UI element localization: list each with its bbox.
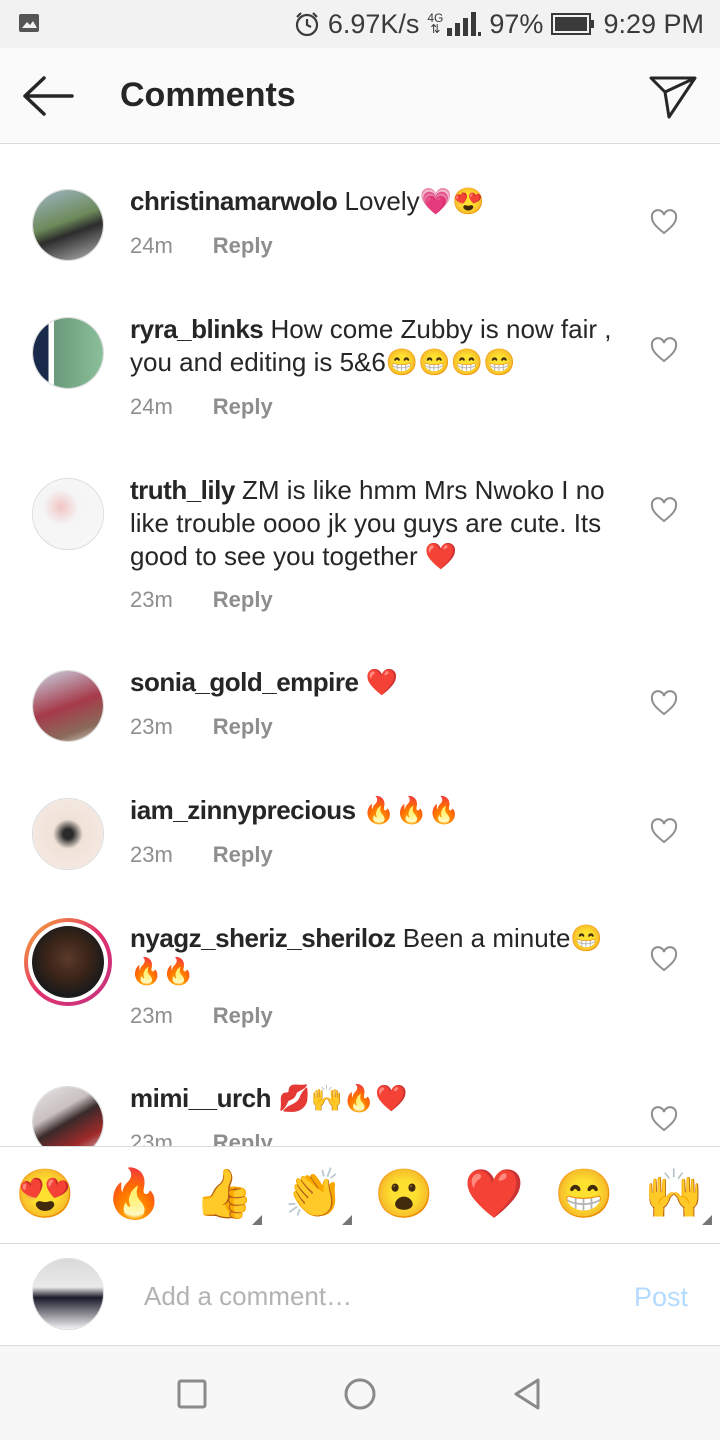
comment-text: mimi__urch 💋🙌🔥❤️: [130, 1082, 630, 1115]
comment-time: 23m: [130, 1003, 173, 1028]
comment-body: Been a minute: [402, 923, 571, 953]
comment-meta: 24m Reply: [130, 394, 273, 420]
avatar[interactable]: [32, 317, 104, 389]
comment-time: 24m: [130, 233, 173, 258]
comment-body: Lovely: [344, 186, 420, 216]
reply-button[interactable]: Reply: [213, 1003, 273, 1029]
comment-emoji: ❤️: [424, 541, 458, 571]
comment-emoji: 💋🙌🔥❤️: [278, 1083, 408, 1113]
comment-text: iam_zinnyprecious 🔥🔥🔥: [130, 794, 630, 827]
comment-username[interactable]: iam_zinnyprecious: [130, 795, 356, 825]
comment-emoji: 🔥🔥🔥: [362, 795, 460, 825]
comment-meta: 23m Reply: [130, 1130, 273, 1146]
comment-text: ryra_blinks How come Zubby is now fair ,…: [130, 313, 630, 379]
emoji-thumbs-up[interactable]: 👍: [192, 1167, 262, 1225]
post-button[interactable]: Post: [634, 1282, 688, 1313]
gallery-icon: [19, 14, 39, 32]
reply-button[interactable]: Reply: [213, 1130, 273, 1146]
comment-input[interactable]: [144, 1274, 584, 1318]
signal-icon: [447, 12, 482, 36]
comment-username[interactable]: christinamarwolo: [130, 186, 338, 216]
emoji-quick-bar: 😍 🔥 👍 👏 😮 ❤️ 😁 🙌: [0, 1146, 720, 1244]
avatar[interactable]: [32, 189, 104, 261]
comment-emoji: 😁😁😁😁: [385, 347, 516, 377]
story-avatar[interactable]: [24, 918, 112, 1006]
comment-username[interactable]: mimi__urch: [130, 1083, 271, 1113]
comment-username[interactable]: ryra_blinks: [130, 314, 264, 344]
emoji-heart[interactable]: ❤️: [462, 1167, 526, 1223]
comment-username[interactable]: nyagz_sheriz_sheriloz: [130, 923, 396, 953]
comment-meta: 23m Reply: [130, 587, 273, 613]
back-arrow-icon[interactable]: [20, 74, 76, 118]
skin-tone-indicator: [702, 1215, 712, 1225]
comment-text: nyagz_sheriz_sheriloz Been a minute😁🔥🔥: [130, 922, 630, 988]
comment-text: truth_lily ZM is like hmm Mrs Nwoko I no…: [130, 474, 630, 573]
home-icon[interactable]: [340, 1374, 380, 1414]
emoji-clap[interactable]: 👏: [282, 1167, 352, 1225]
comment-meta: 23m Reply: [130, 842, 273, 868]
comment-list[interactable]: christinamarwolo Lovely💗😍 24m Reply ryra…: [0, 145, 720, 1146]
comment-text: christinamarwolo Lovely💗😍: [130, 185, 630, 218]
comment-composer: Post: [0, 1244, 720, 1346]
skin-tone-indicator: [252, 1215, 262, 1225]
reply-button[interactable]: Reply: [213, 233, 273, 259]
system-nav-bar: [0, 1346, 720, 1440]
battery-percent: 97%: [489, 8, 544, 39]
comment-meta: 24m Reply: [130, 233, 273, 259]
reply-button[interactable]: Reply: [213, 587, 273, 613]
comment-time: 23m: [130, 587, 173, 612]
network-type: 4G ⇅: [427, 11, 444, 36]
comment-meta: 23m Reply: [130, 714, 273, 740]
own-avatar: [32, 1258, 104, 1330]
heart-icon[interactable]: [650, 209, 678, 235]
heart-icon[interactable]: [650, 690, 678, 716]
comment-text: sonia_gold_empire ❤️: [130, 666, 630, 699]
avatar[interactable]: [32, 1086, 104, 1146]
battery-icon: [551, 13, 595, 35]
direct-send-icon[interactable]: [648, 72, 698, 120]
comment-username[interactable]: sonia_gold_empire: [130, 667, 359, 697]
heart-icon[interactable]: [650, 497, 678, 523]
network-speed: 6.97K/s: [327, 8, 420, 39]
emoji-grin[interactable]: 😁: [552, 1167, 616, 1223]
recents-icon[interactable]: [172, 1374, 212, 1414]
comment-time: 23m: [130, 842, 173, 867]
clock: 9:29 PM: [603, 8, 704, 39]
status-right: 6.97K/s 4G ⇅ 97% 9:29 PM: [294, 6, 704, 42]
avatar[interactable]: [32, 670, 104, 742]
emoji-surprised[interactable]: 😮: [372, 1167, 436, 1223]
page-title: Comments: [120, 76, 296, 114]
heart-icon[interactable]: [650, 1106, 678, 1132]
emoji-fire[interactable]: 🔥: [102, 1167, 166, 1223]
comment-time: 23m: [130, 714, 173, 739]
alarm-icon: [295, 12, 318, 37]
comment-emoji: 💗😍: [419, 186, 485, 216]
heart-icon[interactable]: [650, 818, 678, 844]
heart-icon[interactable]: [650, 946, 678, 972]
skin-tone-indicator: [342, 1215, 352, 1225]
avatar[interactable]: [32, 478, 104, 550]
reply-button[interactable]: Reply: [213, 394, 273, 420]
comment-emoji: ❤️: [365, 667, 399, 697]
emoji-raised-hands[interactable]: 🙌: [642, 1167, 712, 1225]
heart-icon[interactable]: [650, 337, 678, 363]
comment-meta: 23m Reply: [130, 1003, 273, 1029]
comment-time: 24m: [130, 394, 173, 419]
comments-header: Comments: [0, 48, 720, 144]
reply-button[interactable]: Reply: [213, 842, 273, 868]
comment-time: 23m: [130, 1130, 173, 1146]
emoji-heart-eyes[interactable]: 😍: [13, 1167, 77, 1223]
comment-username[interactable]: truth_lily: [130, 475, 235, 505]
status-bar: 6.97K/s 4G ⇅ 97% 9:29 PM: [0, 0, 720, 48]
back-icon[interactable]: [508, 1374, 548, 1414]
avatar[interactable]: [32, 798, 104, 870]
reply-button[interactable]: Reply: [213, 714, 273, 740]
